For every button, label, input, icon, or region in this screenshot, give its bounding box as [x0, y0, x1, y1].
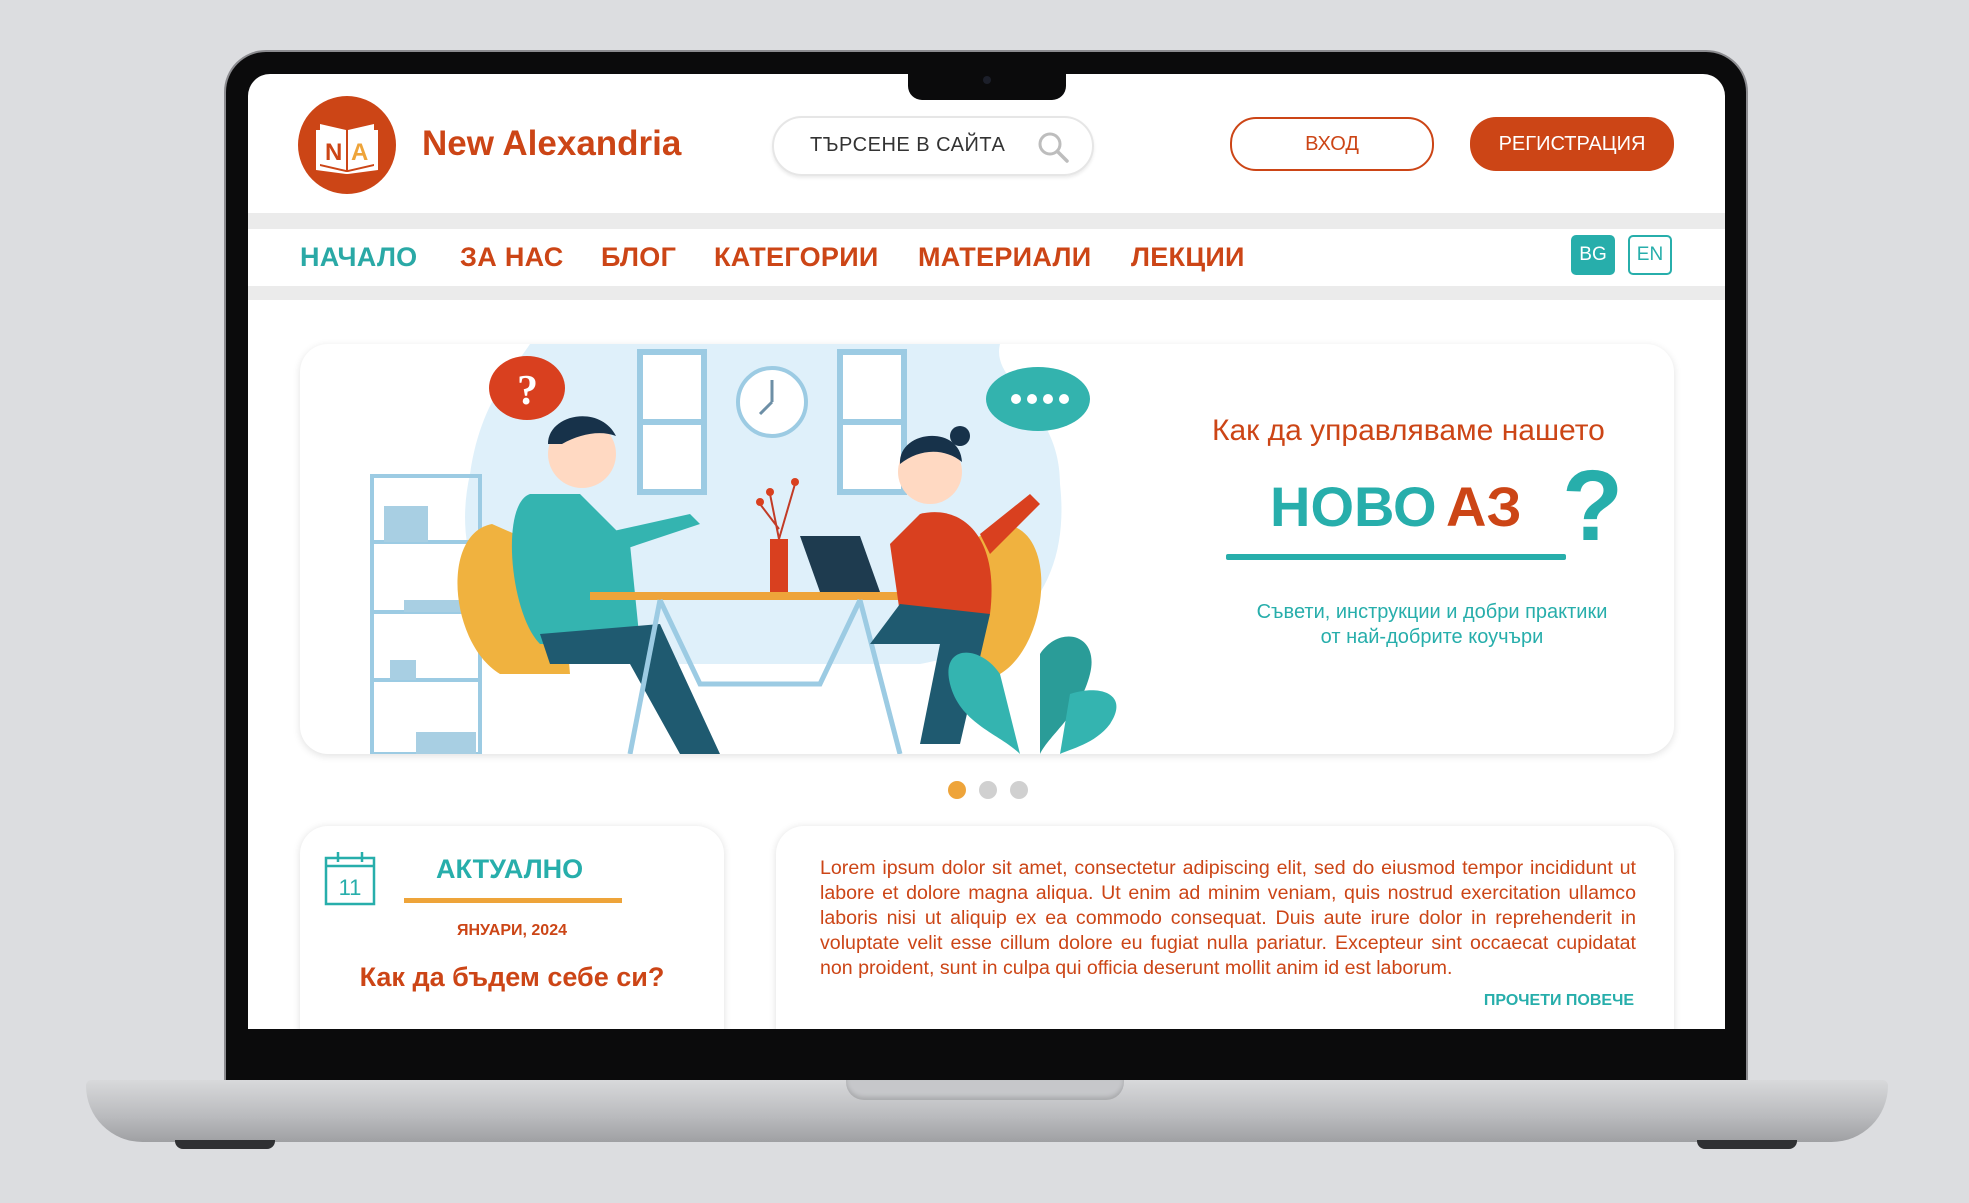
- carousel-dot-3[interactable]: [1010, 781, 1028, 799]
- hero-description-line2: от най-добрите коучъри: [1320, 626, 1544, 648]
- lang-en-button[interactable]: EN: [1628, 235, 1672, 275]
- calendar-day: 11: [339, 875, 362, 900]
- search-icon[interactable]: [1036, 130, 1070, 164]
- nav-item-home[interactable]: НАЧАЛО: [300, 242, 418, 273]
- site-logo[interactable]: N A: [298, 96, 396, 194]
- hero-description: Съвети, инструкции и добри практики от н…: [1204, 600, 1660, 650]
- laptop-foot: [175, 1140, 275, 1149]
- news-card[interactable]: 11 АКТУАЛНО ЯНУАРИ, 2024 Как да бъдем се…: [300, 826, 724, 1029]
- news-card-date: ЯНУАРИ, 2024: [456, 922, 567, 939]
- carousel-dot-2[interactable]: [979, 781, 997, 799]
- nav-item-about[interactable]: ЗА НАС: [460, 242, 564, 273]
- hero-underline: [1226, 554, 1566, 560]
- browser-screen: N A New Alexandria ТЪРСЕНЕ В САЙТА ВХОД …: [248, 74, 1725, 1029]
- camera-icon: [983, 76, 991, 84]
- nav-item-blog[interactable]: БЛОГ: [601, 242, 676, 273]
- laptop-foot: [1697, 1140, 1797, 1149]
- book-logo-icon: N A: [316, 124, 378, 174]
- hero-question-mark: ?: [1562, 450, 1624, 562]
- news-card-headline[interactable]: Как да бъдем себе си?: [300, 962, 724, 993]
- svg-text:?: ?: [517, 368, 538, 414]
- hero-banner[interactable]: ? Как да управляваме нашето НОВО АЗ ? Съ…: [300, 344, 1674, 754]
- news-card-title: АКТУАЛНО: [436, 854, 584, 884]
- hero-description-line1: Съвети, инструкции и добри практики: [1256, 601, 1608, 623]
- svg-text:N: N: [325, 139, 342, 166]
- hero-title-part2: АЗ: [1446, 475, 1522, 538]
- search-placeholder: ТЪРСЕНЕ В САЙТА: [810, 134, 1006, 156]
- svg-text:A: A: [351, 139, 368, 166]
- read-more-link[interactable]: ПРОЧЕТИ ПОВЕЧЕ: [1484, 992, 1634, 1010]
- search-input[interactable]: ТЪРСЕНЕ В САЙТА: [772, 116, 1094, 176]
- carousel-dot-1[interactable]: [948, 781, 966, 799]
- article-card: Lorem ipsum dolor sit amet, consectetur …: [776, 826, 1674, 1029]
- coaching-illustration: ?: [370, 344, 1117, 754]
- brand-name[interactable]: New Alexandria: [422, 124, 681, 164]
- nav-item-categories[interactable]: КАТЕГОРИИ: [714, 242, 879, 273]
- laptop-lid-notch: [846, 1080, 1124, 1100]
- hero-title-part1: НОВО: [1270, 475, 1437, 538]
- lang-bg-button[interactable]: BG: [1571, 235, 1615, 275]
- nav-item-materials[interactable]: МАТЕРИАЛИ: [918, 242, 1091, 273]
- calendar-icon: 11: [324, 852, 376, 906]
- article-body: Lorem ipsum dolor sit amet, consectetur …: [820, 857, 1636, 979]
- register-button[interactable]: РЕГИСТРАЦИЯ: [1470, 117, 1674, 171]
- login-button[interactable]: ВХОД: [1230, 117, 1434, 171]
- news-card-underline: [404, 898, 622, 903]
- hero-subtitle: Как да управляваме нашето: [1212, 414, 1605, 447]
- nav-item-lectures[interactable]: ЛЕКЦИИ: [1131, 242, 1245, 273]
